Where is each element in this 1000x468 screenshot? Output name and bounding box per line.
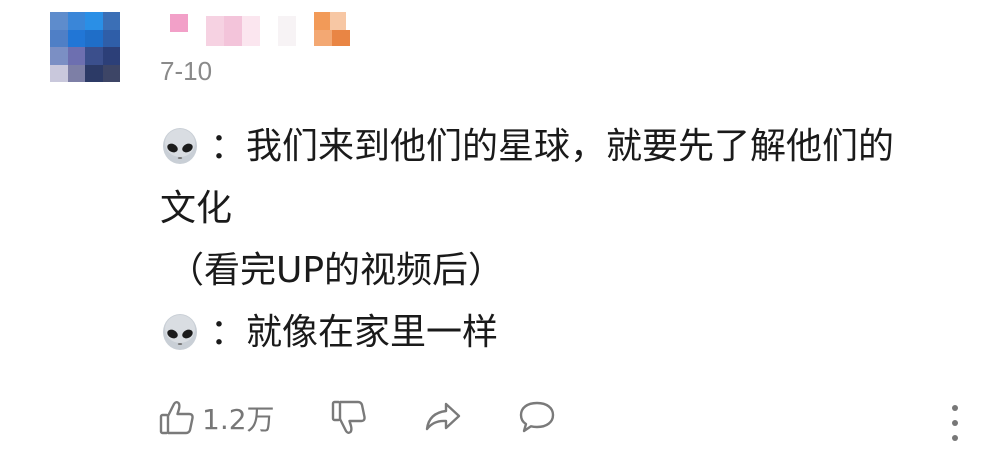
thumbs-up-icon	[159, 401, 194, 435]
comment-line-2: 文化	[160, 178, 960, 240]
comment-text: 文化	[160, 188, 233, 229]
comment-line-3: （看完UP的视频后）	[160, 240, 960, 302]
comment-body: ：我们来到他们的星球，就要先了解他们的 文化 （看完UP的视频后） ：就像在家里…	[160, 116, 960, 364]
comment-line-1: ：我们来到他们的星球，就要先了解他们的	[160, 116, 960, 178]
reply-button[interactable]	[518, 398, 556, 436]
comment-line-4: ：就像在家里一样	[160, 302, 960, 364]
comment-text: ：就像在家里一样	[210, 312, 499, 353]
comment-date: 7-10	[160, 56, 213, 86]
alien-icon	[163, 314, 197, 350]
share-button[interactable]	[424, 398, 462, 436]
comment-actions: 1.2万	[0, 398, 1000, 448]
thumbs-down-icon	[331, 400, 366, 434]
like-count: 1.2万	[202, 403, 275, 436]
share-icon	[425, 402, 461, 431]
username-pixelated[interactable]	[170, 12, 350, 48]
like-button[interactable]: 1.2万	[158, 398, 275, 438]
comment-text: （看完UP的视频后）	[168, 250, 505, 291]
dislike-button[interactable]	[330, 398, 368, 436]
alien-icon	[163, 128, 197, 164]
avatar[interactable]	[50, 12, 120, 82]
more-vertical-icon[interactable]	[948, 405, 962, 441]
comment-text: ：我们来到他们的星球，就要先了解他们的	[210, 126, 895, 167]
comment-icon	[519, 401, 555, 433]
